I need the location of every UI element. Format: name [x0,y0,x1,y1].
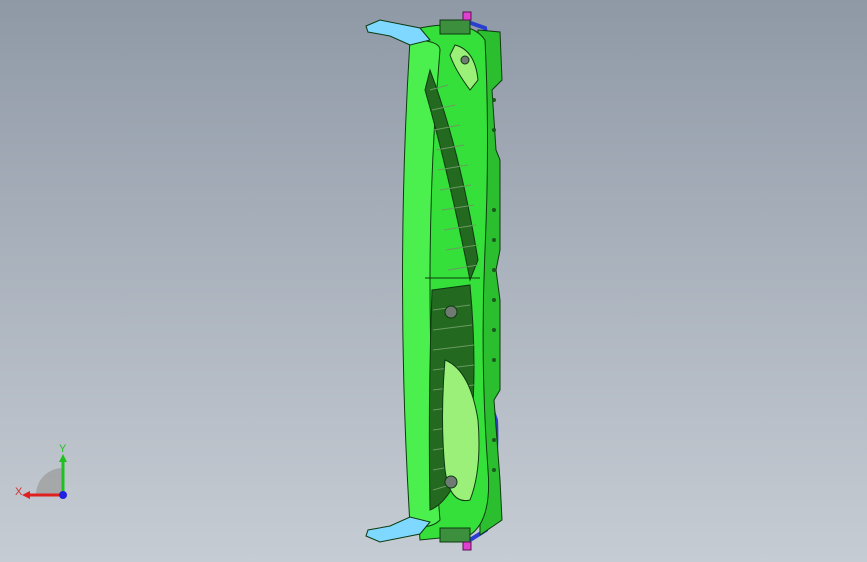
gate-bottom [462,541,472,551]
graphics-viewport[interactable]: Y X [0,0,867,562]
cad-model[interactable] [0,0,867,562]
coordinate-triad-icon [10,440,80,510]
end-block-bottom [439,527,471,543]
mount-hole [444,475,458,489]
insert-top [365,19,431,46]
mount-hole [460,55,470,65]
end-block-top [439,19,471,35]
mount-hole [444,305,458,319]
gate-top [462,11,472,21]
x-axis-label: X [15,486,23,498]
y-axis-label: Y [59,443,67,455]
